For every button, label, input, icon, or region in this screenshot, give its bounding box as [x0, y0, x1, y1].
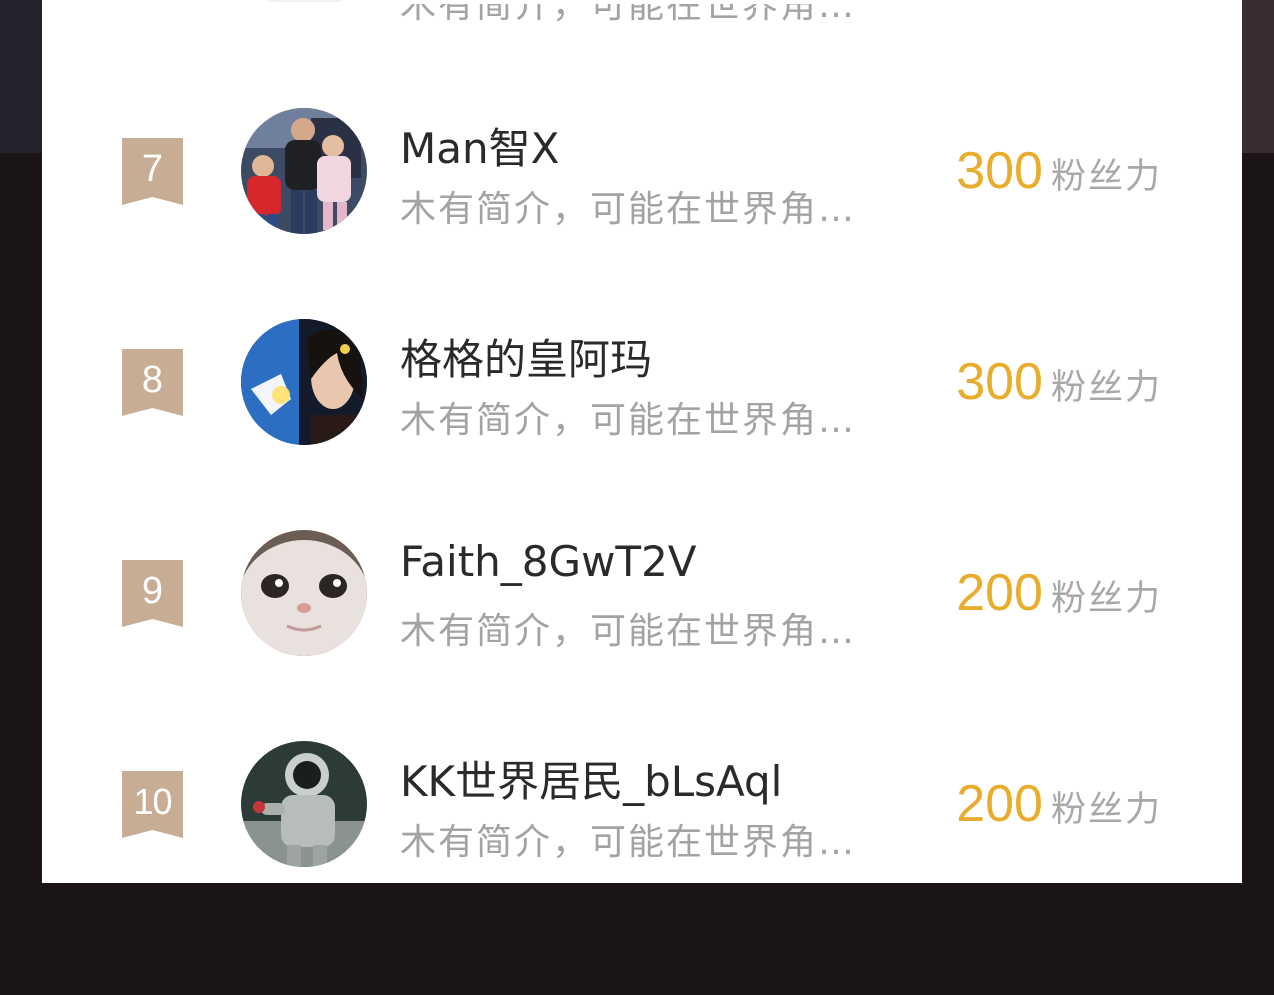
fan-power: 300 粉丝力 — [956, 141, 1162, 201]
avatar[interactable] — [241, 108, 367, 234]
fan-power-unit: 粉丝力 — [1050, 157, 1162, 197]
avatar-partial — [252, 0, 359, 2]
rank-badge: 9 — [122, 560, 183, 627]
leaderboard-row[interactable]: 9 Faith_8GwT2V 木有简介，可能在世界角… 200 粉丝力 — [42, 527, 1242, 657]
user-name[interactable]: KK世界居民_bLsAql — [400, 748, 782, 809]
user-bio: 木有简介，可能在世界角… — [400, 400, 857, 441]
fan-power-value: 300 — [956, 142, 1043, 200]
fan-power-value: 300 — [956, 353, 1043, 411]
leaderboard-row[interactable]: 8 格格的皇阿玛 木有简介，可能在世界角… 300 粉丝力 — [42, 316, 1242, 446]
fan-power-value: 200 — [956, 775, 1043, 833]
user-bio: 木有简介，可能在世界角… — [400, 189, 857, 230]
user-bio: 木有简介，可能在世界角… — [400, 822, 857, 863]
fan-power-unit: 粉丝力 — [1050, 579, 1162, 619]
rank-badge: 10 — [122, 771, 183, 838]
background-top-right — [1240, 0, 1274, 153]
leaderboard-row[interactable]: 7 Man智X 木有简介，可能在世界角… 300 粉丝力 — [42, 105, 1242, 235]
user-name[interactable]: Man智X — [400, 115, 559, 176]
user-name[interactable]: Faith_8GwT2V — [400, 537, 697, 586]
user-bio: 木有简介，可能在世界角… — [400, 611, 857, 652]
fan-power-unit: 粉丝力 — [1050, 790, 1162, 830]
leaderboard-panel: 木有简介，可能在世界角… 7 Man智X 木有简介，可能在世界角… 300 粉丝… — [42, 0, 1242, 883]
fan-power: 200 粉丝力 — [956, 774, 1162, 834]
fan-power: 300 粉丝力 — [956, 352, 1162, 412]
user-name[interactable]: 格格的皇阿玛 — [400, 326, 652, 387]
rank-badge: 8 — [122, 349, 183, 416]
bio-partial: 木有简介，可能在世界角… — [400, 0, 857, 26]
fan-power-unit: 粉丝力 — [1050, 368, 1162, 408]
avatar[interactable] — [241, 741, 367, 867]
fan-power-value: 200 — [956, 564, 1043, 622]
leaderboard-row-partial[interactable]: 木有简介，可能在世界角… — [42, 0, 1242, 26]
leaderboard-row[interactable]: 10 KK世界居民_bLsAql 木有简介，可能在世界角… 200 粉丝力 — [42, 738, 1242, 868]
fan-power: 200 粉丝力 — [956, 563, 1162, 623]
avatar[interactable] — [241, 530, 367, 656]
avatar[interactable] — [241, 319, 367, 445]
rank-badge: 7 — [122, 138, 183, 205]
